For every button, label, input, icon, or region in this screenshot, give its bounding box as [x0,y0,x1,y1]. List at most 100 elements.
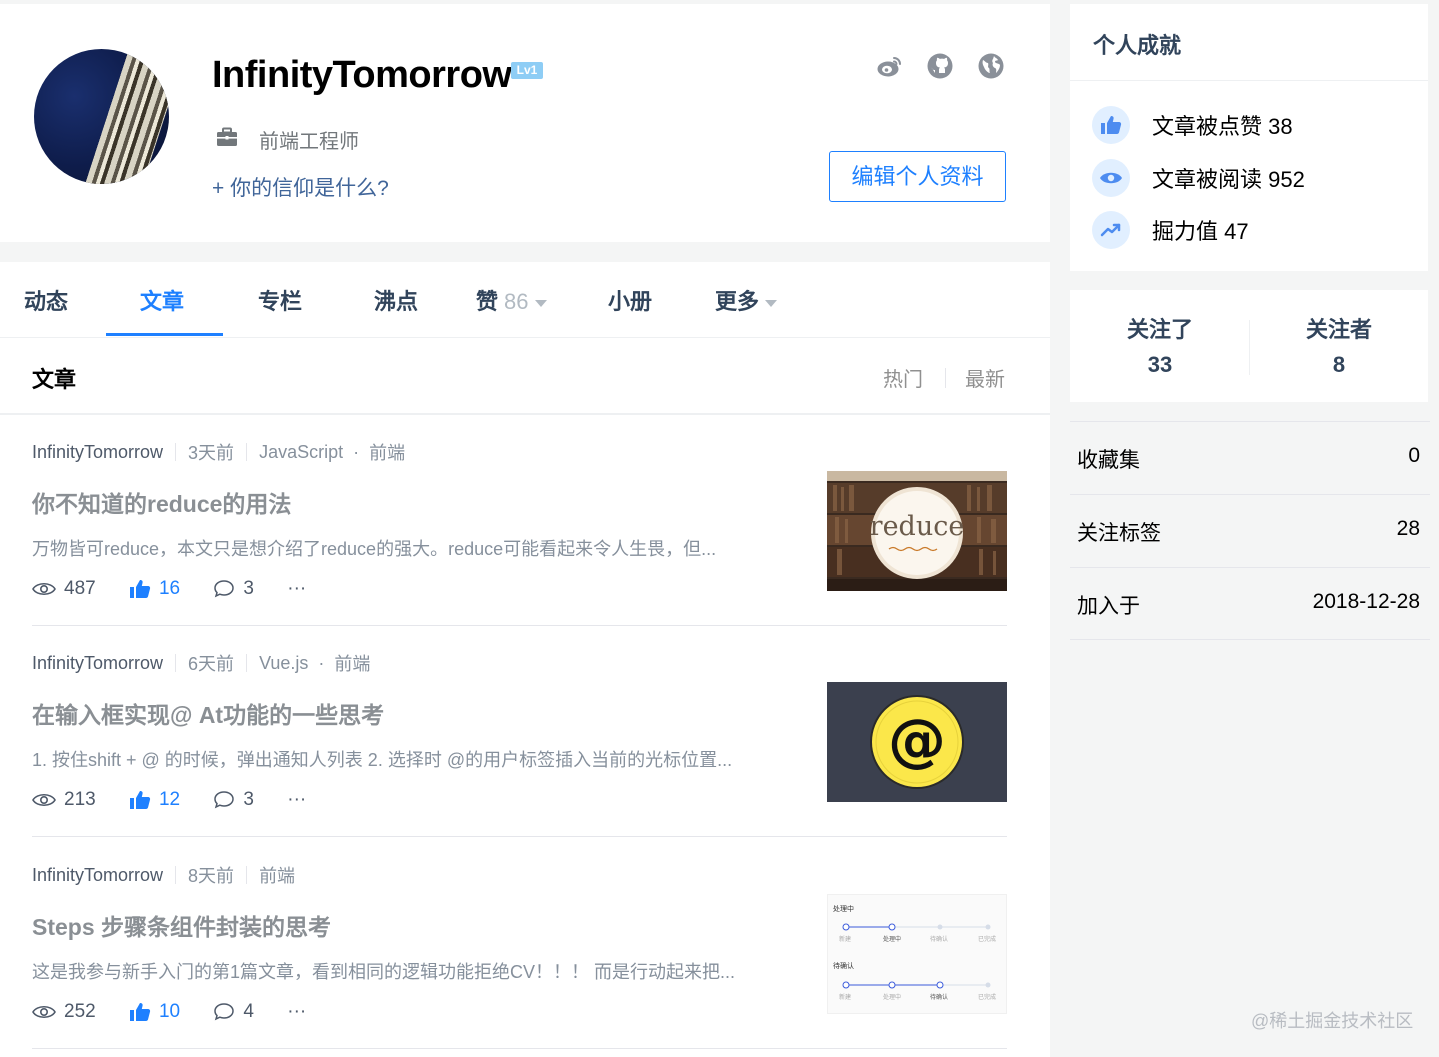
achievement-views: 文章被阅读 952 [1092,159,1305,197]
watermark: @稀土掘金技术社区 [1251,1011,1414,1031]
comments-stat[interactable]: 3 [213,578,254,600]
tab-booklets[interactable]: 小册 [608,284,652,316]
author-name[interactable]: InfinityTomorrow [32,865,163,886]
article-thumbnail[interactable]: 处理中 待确认 新建 处理中 待确认 已完成 新建 处理中 待确认 已完成 [827,894,1007,1014]
post-time: 3天前 [188,443,235,463]
tag[interactable]: 前端 [369,439,405,465]
briefcase-icon [217,127,237,146]
divider [945,368,946,388]
thumbnail-text: 处理中 [883,995,902,1001]
profile-card: InfinityTomorrow Lv1 前端工程师 + 你的信仰是什么? 编辑… [0,4,1050,242]
views-stat: 252 [32,1001,96,1023]
thumbs-up-icon [129,580,151,598]
tag[interactable]: 前端 [259,862,295,888]
article-thumbnail[interactable]: reduce [827,471,1007,591]
tab-likes[interactable]: 赞 86 [476,284,547,316]
collections-row[interactable]: 收藏集 0 [1070,421,1430,494]
chevron-down-icon [534,299,547,307]
thumbnail-text: 待确认 [833,963,854,970]
followed-tags-row[interactable]: 关注标签 28 [1070,494,1430,567]
thumbnail-text: 已完成 [978,995,997,1001]
eye-icon [1092,159,1130,197]
article-title[interactable]: Steps 步骤条组件封装的思考 [32,908,331,942]
tab-pins[interactable]: 沸点 [374,284,418,316]
article-meta: InfinityTomorrow 6天前 Vue.js · 前端 [32,650,370,676]
eye-icon [32,582,56,596]
github-icon[interactable] [926,52,954,80]
article-abstract: 这是我参与新手入门的第1篇文章，看到相同的逻辑功能拒绝CV！！！ 而是行动起来把… [32,962,736,982]
following-stat[interactable]: 关注了 33 [1070,312,1250,378]
thumbnail-text: 处理中 [883,937,902,943]
thumbs-up-icon [129,1003,151,1021]
tag[interactable]: Vue.js [259,653,308,674]
article-stats: 252 10 4 ··· [32,1001,334,1023]
thumbs-up-icon [1092,106,1130,144]
article-title[interactable]: 在输入框实现@ At功能的一些思考 [32,696,384,730]
achievements-card: 个人成就 文章被点赞 38 文章被阅读 952 掘力值 47 [1070,4,1428,271]
article-meta: InfinityTomorrow 8天前 前端 [32,862,295,888]
followers-stat[interactable]: 关注者 8 [1249,312,1429,378]
profile-tabs: 动态 文章 专栏 沸点 赞 86 小册 更多 [0,262,1050,338]
thumbnail-text: reduce [869,511,965,542]
level-badge: Lv1 [511,62,543,79]
article-abstract: 1. 按住shift + @ 的时候，弹出通知人列表 2. 选择时 @的用户标签… [32,750,733,770]
likes-stat[interactable]: 12 [129,789,180,811]
tab-articles[interactable]: 文章 [140,284,184,316]
sort-hot[interactable]: 热门 [883,363,923,392]
active-tab-indicator [106,333,223,336]
article-thumbnail[interactable]: @ [827,682,1007,802]
comment-icon [214,580,235,598]
weibo-icon[interactable] [876,52,904,80]
likes-stat[interactable]: 16 [129,578,180,600]
article-meta: InfinityTomorrow 3天前 JavaScript · 前端 [32,439,405,465]
tag[interactable]: 前端 [334,650,370,676]
follow-card: 关注了 33 关注者 8 [1070,290,1428,402]
more-icon[interactable]: ··· [287,578,306,600]
likes-stat[interactable]: 10 [129,1001,180,1023]
comments-stat[interactable]: 4 [213,1001,254,1023]
achievement-power: 掘力值 47 [1092,211,1249,249]
article-abstract: 万物皆可reduce，本文只是想介绍了reduce的强大。reduce可能看起来… [32,539,717,559]
joined-row: 加入于 2018-12-28 [1070,567,1430,640]
avatar[interactable] [34,49,169,184]
more-icon[interactable]: ··· [287,1001,306,1023]
tab-more[interactable]: 更多 [715,284,778,316]
thumbnail-text: 待确认 [930,937,949,943]
article-stats: 487 16 3 ··· [32,578,334,600]
thumbnail-text: 处理中 [833,906,854,913]
list-title: 文章 [32,367,77,392]
thumbnail-text: @ [888,706,946,774]
username: InfinityTomorrow [212,54,512,96]
article-item[interactable]: InfinityTomorrow 6天前 Vue.js · 前端 在输入框实现@ At功… [32,626,1007,837]
job-title: 前端工程师 [259,131,359,153]
article-title[interactable]: 你不知道的reduce的用法 [32,485,291,519]
views-stat: 487 [32,578,96,600]
views-stat: 213 [32,789,96,811]
article-item[interactable]: InfinityTomorrow 3天前 JavaScript · 前端 你不知道的re… [32,415,1007,626]
more-icon[interactable]: ··· [287,789,306,811]
globe-icon[interactable] [977,52,1005,80]
author-name[interactable]: InfinityTomorrow [32,442,163,463]
achievements-title: 个人成就 [1093,33,1182,58]
post-time: 6天前 [188,654,235,674]
comment-icon [214,1003,235,1021]
chevron-down-icon [765,299,778,307]
comments-stat[interactable]: 3 [213,789,254,811]
tab-activity[interactable]: 动态 [24,284,68,316]
belief-link[interactable]: + 你的信仰是什么? [212,172,389,202]
sort-newest[interactable]: 最新 [965,363,1005,392]
thumbnail-text: 新建 [839,995,852,1001]
trend-icon [1092,211,1130,249]
eye-icon [32,793,56,807]
tab-columns[interactable]: 专栏 [258,284,302,316]
tag[interactable]: JavaScript [259,442,343,463]
article-stats: 213 12 3 ··· [32,789,334,811]
thumbnail-text: 新建 [839,937,852,943]
likes-count: 86 [504,289,529,314]
thumbs-up-icon [129,791,151,809]
article-item[interactable]: InfinityTomorrow 8天前 前端 Steps 步骤条组件封装的思考 这… [32,838,1007,1049]
eye-icon [32,1005,56,1019]
edit-profile-button[interactable]: 编辑个人资料 [829,151,1006,202]
comment-icon [214,791,235,809]
author-name[interactable]: InfinityTomorrow [32,653,163,674]
